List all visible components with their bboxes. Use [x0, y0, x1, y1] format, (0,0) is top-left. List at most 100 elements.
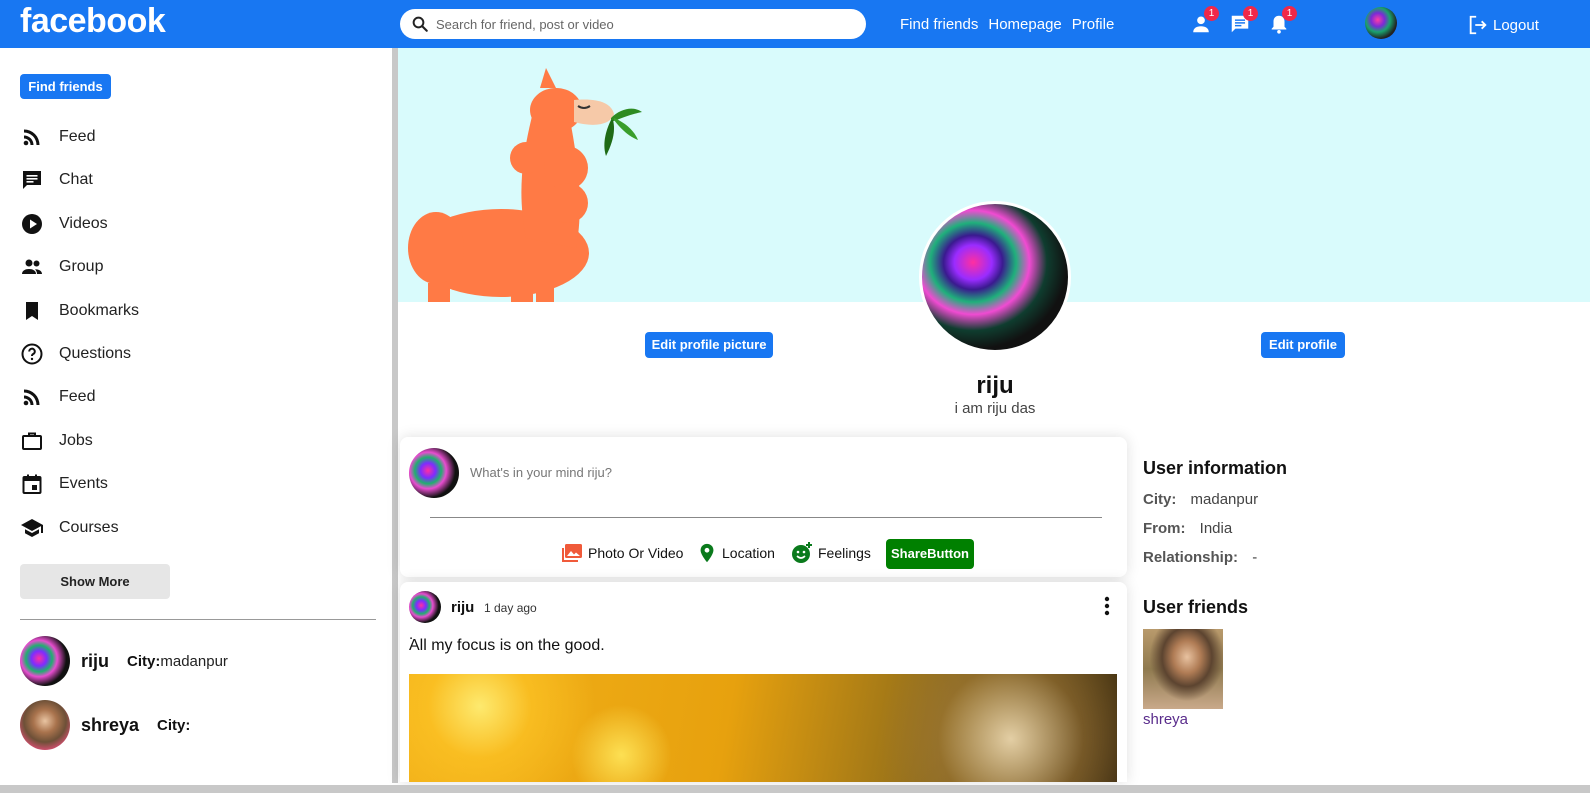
sidebar-item-bookmarks[interactable]: Bookmarks — [20, 296, 139, 326]
search-input[interactable] — [436, 9, 856, 39]
sidebar-item-label: Chat — [59, 171, 93, 188]
friend-city: madanpur — [160, 652, 228, 670]
info-row-city: City: madanpur — [1143, 491, 1258, 508]
sidebar-item-feed[interactable]: Feed — [20, 122, 95, 152]
sidebar-divider — [20, 619, 376, 620]
sidebar-item-label: Videos — [59, 215, 108, 232]
friend-name-link[interactable]: shreya — [1143, 711, 1188, 728]
photo-video-option[interactable]: Photo Or Video — [560, 540, 683, 566]
sidebar-item-label: Group — [59, 258, 104, 275]
option-label: Photo Or Video — [588, 545, 684, 561]
sidebar-item-label: Questions — [59, 345, 132, 362]
friend-photo[interactable] — [1143, 629, 1223, 709]
edit-profile-button[interactable]: Edit profile — [1261, 332, 1345, 358]
info-row-from: From: India — [1143, 520, 1232, 537]
logout-button[interactable]: Logout — [1467, 14, 1539, 36]
find-friends-button[interactable]: Find friends — [20, 74, 111, 99]
post-image[interactable] — [409, 674, 1117, 782]
sidebar-item-questions[interactable]: Questions — [20, 339, 131, 369]
info-value: India — [1199, 520, 1233, 537]
location-pin-icon — [700, 543, 714, 563]
share-divider — [430, 517, 1102, 518]
profile-picture[interactable] — [919, 201, 1071, 353]
info-key: From: — [1143, 520, 1186, 537]
photo-library-icon — [562, 544, 582, 562]
friend-requests-button[interactable]: 1 — [1190, 6, 1219, 35]
share-box: Photo Or Video Location Feelings ShareBu… — [400, 437, 1127, 577]
avatar — [409, 448, 459, 498]
edit-profile-picture-button[interactable]: Edit profile picture — [645, 332, 773, 358]
location-option[interactable]: Location — [696, 540, 775, 566]
info-key: Relationship: — [1143, 549, 1239, 566]
bookmark-icon — [26, 302, 38, 320]
friend-list-item[interactable]: riju City: madanpur — [20, 635, 228, 687]
post-timestamp: 1 day ago — [484, 601, 537, 615]
post-card: riju 1 day ago . All my focus is on the … — [400, 582, 1127, 782]
briefcase-icon — [22, 432, 42, 450]
search-bar[interactable] — [400, 9, 866, 39]
play-circle-icon — [22, 214, 42, 234]
sidebar-item-jobs[interactable]: Jobs — [20, 426, 93, 456]
friend-name: riju — [81, 650, 110, 671]
friend-requests-badge: 1 — [1204, 6, 1219, 21]
llama-illustration — [408, 68, 642, 302]
rss-icon — [23, 129, 40, 146]
user-information-title: User information — [1143, 458, 1288, 478]
user-avatar[interactable] — [1365, 7, 1397, 39]
school-icon — [21, 519, 43, 537]
friend-city-label: City: — [157, 716, 191, 734]
sidebar-item-group[interactable]: Group — [20, 252, 103, 282]
option-label: Location — [722, 545, 775, 561]
info-value: - — [1252, 549, 1258, 566]
horizontal-scrollbar[interactable] — [0, 785, 1590, 793]
nav-profile[interactable]: Profile — [1072, 16, 1115, 33]
sidebar-item-videos[interactable]: Videos — [20, 209, 108, 239]
profile-name: riju — [976, 372, 1014, 399]
feelings-option[interactable]: Feelings — [790, 540, 871, 566]
facebook-logo[interactable]: facebook — [20, 2, 166, 41]
avatar[interactable] — [409, 591, 441, 623]
post-username[interactable]: riju — [451, 599, 474, 616]
notifications-badge: 1 — [1282, 6, 1297, 21]
nav-find-friends[interactable]: Find friends — [900, 16, 978, 33]
option-label: Feelings — [818, 545, 871, 561]
help-circle-icon — [21, 343, 43, 365]
info-key: City: — [1143, 491, 1177, 508]
more-vert-icon[interactable] — [1097, 594, 1117, 618]
sidebar-item-events[interactable]: Events — [20, 469, 108, 499]
post-text: All my focus is on the good. — [409, 637, 605, 654]
left-sidebar: Find friends Feed Chat Videos Group Book… — [0, 48, 392, 793]
calendar-icon — [22, 474, 42, 494]
sidebar-item-label: Events — [59, 475, 108, 492]
logout-icon — [1469, 15, 1487, 35]
avatar — [20, 636, 70, 686]
sidebar-item-chat[interactable]: Chat — [20, 165, 93, 195]
info-value: madanpur — [1190, 491, 1259, 508]
group-icon — [22, 259, 42, 274]
sidebar-item-label: Feed — [59, 388, 96, 405]
chat-icon — [23, 171, 41, 189]
logout-label: Logout — [1493, 16, 1539, 34]
emoji-add-icon — [792, 542, 812, 563]
search-icon — [412, 16, 428, 32]
friend-list-item[interactable]: shreya City: — [20, 699, 190, 751]
show-more-button[interactable]: Show More — [20, 564, 170, 599]
sidebar-item-feed-2[interactable]: Feed — [20, 382, 95, 412]
share-button[interactable]: ShareButton — [886, 539, 974, 569]
sidebar-item-label: Feed — [59, 128, 96, 145]
profile-description: i am riju das — [954, 400, 1036, 417]
rss-icon — [23, 389, 40, 406]
messages-button[interactable]: 1 — [1229, 6, 1258, 35]
nav-homepage[interactable]: Homepage — [988, 16, 1061, 33]
messages-badge: 1 — [1243, 6, 1258, 21]
top-nav-links: Find friends Homepage Profile — [900, 16, 1114, 33]
sidebar-item-courses[interactable]: Courses — [20, 513, 119, 543]
sidebar-item-label: Bookmarks — [59, 302, 140, 319]
sidebar-item-label: Jobs — [59, 432, 93, 449]
friend-name: shreya — [81, 714, 140, 735]
friend-city-label: City: — [127, 652, 161, 670]
top-navbar: facebook Find friends Homepage Profile 1… — [0, 0, 1590, 48]
notifications-button[interactable]: 1 — [1268, 6, 1297, 35]
sidebar-item-label: Courses — [59, 519, 119, 536]
post-input[interactable] — [470, 459, 1070, 485]
